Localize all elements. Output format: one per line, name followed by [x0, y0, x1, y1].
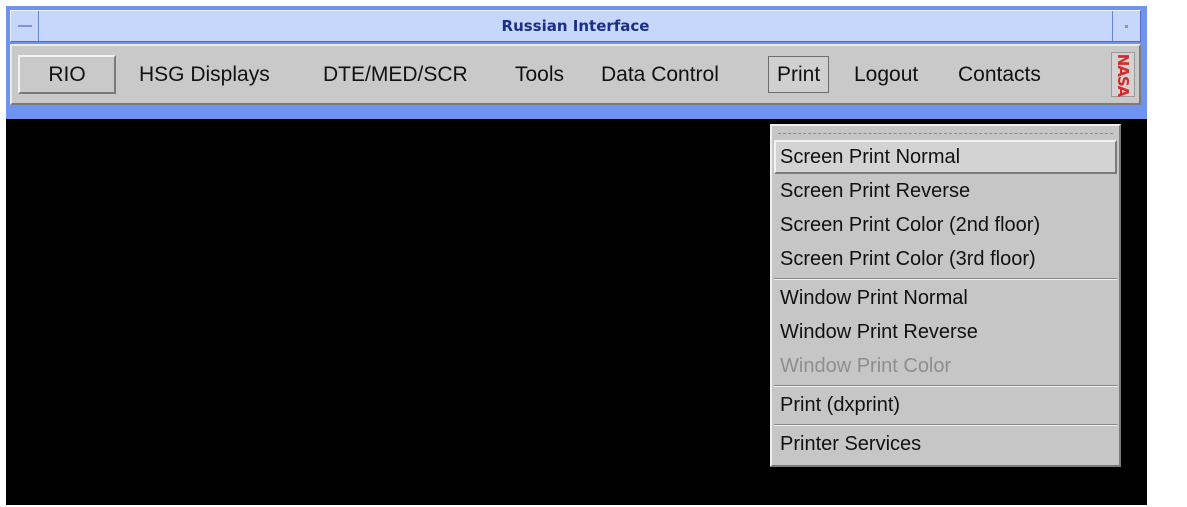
menu-item-window-print-normal[interactable]: Window Print Normal	[774, 281, 1117, 315]
menu-item-screen-print-reverse[interactable]: Screen Print Reverse	[774, 174, 1117, 208]
window-menu-button[interactable]	[11, 11, 39, 41]
menu-item-screen-print-normal[interactable]: Screen Print Normal	[774, 140, 1117, 174]
minimize-icon	[1125, 25, 1128, 28]
menu-data-control[interactable]: Data Control	[601, 56, 719, 93]
menu-separator	[774, 278, 1117, 280]
window-menu-icon	[18, 25, 32, 27]
menu-logout[interactable]: Logout	[854, 56, 918, 93]
menu-item-printer-services[interactable]: Printer Services	[774, 427, 1117, 461]
main-window: Russian Interface RIO HSG Displays DTE/M…	[6, 6, 1147, 119]
tear-off-line[interactable]	[778, 133, 1113, 134]
nasa-logo-text: NASA	[1114, 53, 1132, 97]
menu-tools[interactable]: Tools	[515, 56, 564, 93]
menu-dte-med-scr[interactable]: DTE/MED/SCR	[323, 56, 468, 93]
title-bar[interactable]: Russian Interface	[10, 10, 1141, 42]
menu-item-print-dxprint[interactable]: Print (dxprint)	[774, 388, 1117, 422]
nasa-logo-icon: NASA	[1111, 52, 1135, 97]
menu-item-window-print-color: Window Print Color	[780, 355, 952, 377]
menu-print[interactable]: Print	[768, 56, 830, 93]
menu-item-screen-print-color-2nd[interactable]: Screen Print Color (2nd floor)	[774, 208, 1117, 242]
menu-rio[interactable]: RIO	[18, 55, 116, 94]
minimize-button[interactable]	[1112, 11, 1140, 41]
menu-separator	[774, 385, 1117, 387]
menu-hsg-displays[interactable]: HSG Displays	[139, 56, 270, 93]
menu-item-screen-print-color-3rd[interactable]: Screen Print Color (3rd floor)	[774, 242, 1117, 276]
menu-contacts[interactable]: Contacts	[958, 56, 1041, 93]
menu-separator	[774, 424, 1117, 426]
menu-bar: RIO HSG Displays DTE/MED/SCR Tools Data …	[10, 44, 1141, 105]
window-title: Russian Interface	[501, 17, 650, 35]
menu-item-window-print-reverse[interactable]: Window Print Reverse	[774, 315, 1117, 349]
print-dropdown-menu: Screen Print Normal Screen Print Reverse…	[770, 124, 1121, 467]
